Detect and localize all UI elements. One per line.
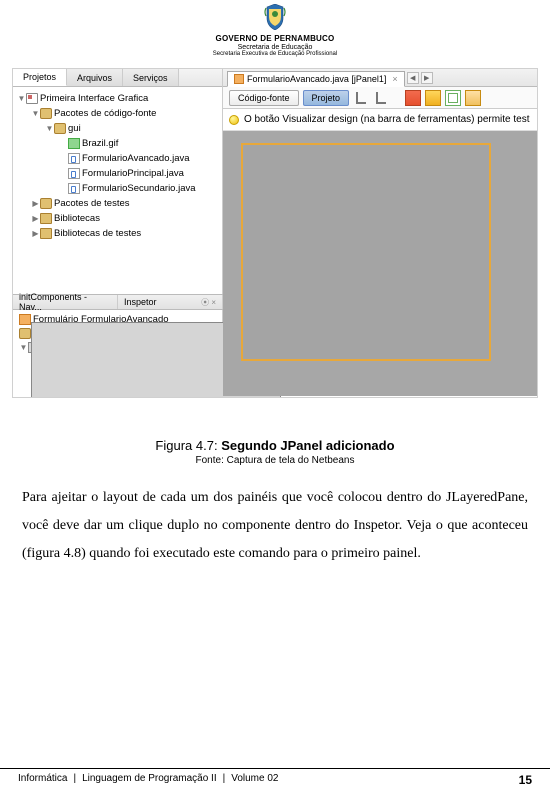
letterhead: GOVERNO DE PERNAMBUCO Secretaria de Educ… bbox=[0, 0, 550, 60]
image-icon bbox=[68, 138, 80, 149]
editor-tab[interactable]: FormularioAvancado.java [jPanel1] × bbox=[227, 71, 405, 87]
footer-sep: | bbox=[73, 773, 76, 787]
tab-arquivos[interactable]: Arquivos bbox=[67, 69, 123, 86]
tool-align-icon[interactable] bbox=[465, 90, 481, 106]
history-icon[interactable] bbox=[353, 90, 369, 106]
folder-icon bbox=[40, 198, 52, 209]
tool-connection-icon[interactable] bbox=[425, 90, 441, 106]
caption-title: Segundo JPanel adicionado bbox=[221, 438, 394, 453]
form-icon bbox=[234, 74, 244, 84]
body-paragraph: Para ajeitar o layout de cada um dos pai… bbox=[22, 484, 528, 568]
package-icon bbox=[54, 123, 66, 134]
inspector-tabbar: initComponents - Nav... Inspetor⦿ × bbox=[13, 294, 223, 310]
tool-preview-icon[interactable] bbox=[445, 90, 461, 106]
letterhead-text: GOVERNO DE PERNAMBUCO Secretaria de Educ… bbox=[0, 35, 550, 58]
netbeans-screenshot: Projetos Arquivos Serviços ▼Primeira Int… bbox=[12, 68, 538, 398]
design-canvas[interactable] bbox=[223, 131, 537, 396]
insp-jframe[interactable]: ▼[JFrame] ▼jLayeredPane1 [JLayeredPane] … bbox=[19, 341, 219, 397]
hint-bar: O botão Visualizar design (na barra de f… bbox=[223, 109, 537, 131]
caption-prefix: Figura 4.7: bbox=[155, 438, 221, 453]
pin-icon[interactable]: ⦿ × bbox=[201, 297, 216, 308]
library-icon bbox=[40, 213, 52, 224]
editor-toolbar: Código-fonte Projeto bbox=[223, 87, 537, 109]
tree-tests[interactable]: ▶Pacotes de testes bbox=[31, 196, 220, 211]
caption-source: Fonte: Captura de tela do Netbeans bbox=[0, 455, 550, 466]
tree-file-fp[interactable]: FormularioPrincipal.java bbox=[59, 166, 220, 181]
projeto-button[interactable]: Projeto bbox=[303, 90, 350, 106]
project-tree[interactable]: ▼Primeira Interface Grafica ▼Pacotes de … bbox=[13, 87, 222, 292]
folder-icon bbox=[19, 328, 31, 339]
project-icon bbox=[26, 93, 38, 104]
gov-line3: Secretaria Executiva de Educação Profiss… bbox=[0, 51, 550, 58]
figure-caption: Figura 4.7: Segundo JPanel adicionado Fo… bbox=[0, 438, 550, 466]
footer-course: Informática bbox=[18, 773, 67, 787]
tab-servicos[interactable]: Serviços bbox=[123, 69, 179, 86]
footer-subject: Linguagem de Programação II bbox=[82, 773, 217, 787]
gov-line1: GOVERNO DE PERNAMBUCO bbox=[0, 35, 550, 44]
page-number: 15 bbox=[519, 773, 532, 787]
java-icon bbox=[68, 168, 80, 179]
tree-file-fs[interactable]: FormularioSecundario.java bbox=[59, 181, 220, 196]
inspector-tab-nav[interactable]: initComponents - Nav... bbox=[13, 295, 118, 309]
lightbulb-icon bbox=[229, 115, 239, 125]
java-icon bbox=[68, 153, 80, 164]
editor-tabbar: FormularioAvancado.java [jPanel1] × ◀ ▶ bbox=[223, 69, 537, 87]
crest-icon bbox=[263, 4, 287, 30]
tab-scroll-left-icon[interactable]: ◀ bbox=[407, 72, 419, 84]
java-icon bbox=[68, 183, 80, 194]
close-icon[interactable]: × bbox=[392, 74, 397, 84]
library-icon bbox=[40, 228, 52, 239]
page-footer: Informática | Linguagem de Programação I… bbox=[0, 768, 550, 787]
jpanel-selection[interactable] bbox=[241, 143, 491, 361]
editor-pane: FormularioAvancado.java [jPanel1] × ◀ ▶ … bbox=[223, 69, 537, 397]
insp-jpanel2[interactable]: jPanel2 [JPanel] bbox=[47, 383, 219, 397]
inspector-tree[interactable]: Formulário FormularioAvancado Outros com… bbox=[13, 310, 223, 398]
insp-layered[interactable]: ▼jLayeredPane1 [JLayeredPane] jPanel1 [J… bbox=[33, 355, 219, 397]
footer-sep: | bbox=[223, 773, 226, 787]
tree-libs[interactable]: ▶Bibliotecas bbox=[31, 211, 220, 226]
tree-src[interactable]: ▼Pacotes de código-fonte ▼gui Brazil.gif… bbox=[31, 106, 220, 196]
codigo-fonte-button[interactable]: Código-fonte bbox=[229, 90, 299, 106]
tree-file-fa[interactable]: FormularioAvancado.java bbox=[59, 151, 220, 166]
tab-scroll-right-icon[interactable]: ▶ bbox=[421, 72, 433, 84]
tree-project[interactable]: ▼Primeira Interface Grafica ▼Pacotes de … bbox=[17, 91, 220, 241]
tree-file-brazil[interactable]: Brazil.gif bbox=[59, 136, 220, 151]
tab-projetos[interactable]: Projetos bbox=[13, 69, 67, 86]
left-pane: Projetos Arquivos Serviços ▼Primeira Int… bbox=[13, 69, 223, 397]
tool-selection-icon[interactable] bbox=[405, 90, 421, 106]
folder-icon bbox=[40, 108, 52, 119]
tree-pkg-gui[interactable]: ▼gui Brazil.gif FormularioAvancado.java … bbox=[45, 121, 220, 196]
footer-volume: Volume 02 bbox=[231, 773, 278, 787]
form-icon bbox=[19, 314, 31, 325]
tree-test-libs[interactable]: ▶Bibliotecas de testes bbox=[31, 226, 220, 241]
history-forward-icon[interactable] bbox=[373, 90, 389, 106]
inspector-tab-inspetor[interactable]: Inspetor⦿ × bbox=[118, 295, 223, 309]
hint-text: O botão Visualizar design (na barra de f… bbox=[244, 114, 530, 125]
gov-line2: Secretaria de Educação bbox=[0, 44, 550, 52]
left-tabbar: Projetos Arquivos Serviços bbox=[13, 69, 222, 87]
